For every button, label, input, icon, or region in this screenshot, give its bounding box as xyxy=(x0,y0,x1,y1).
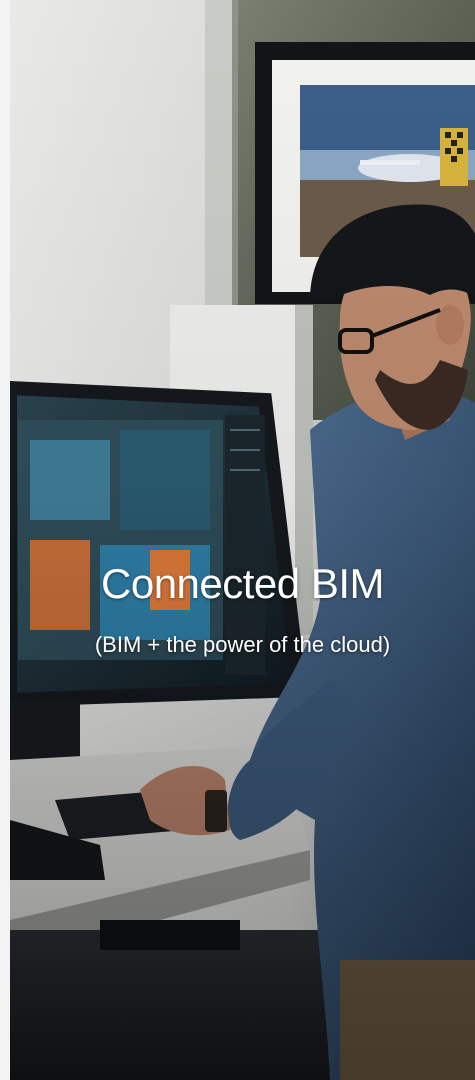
hero-photo xyxy=(10,0,475,1080)
left-edge-strip xyxy=(0,0,10,1080)
hero-subtitle: (BIM + the power of the cloud) xyxy=(94,632,391,657)
hero-title: Connected BIM xyxy=(101,560,385,607)
